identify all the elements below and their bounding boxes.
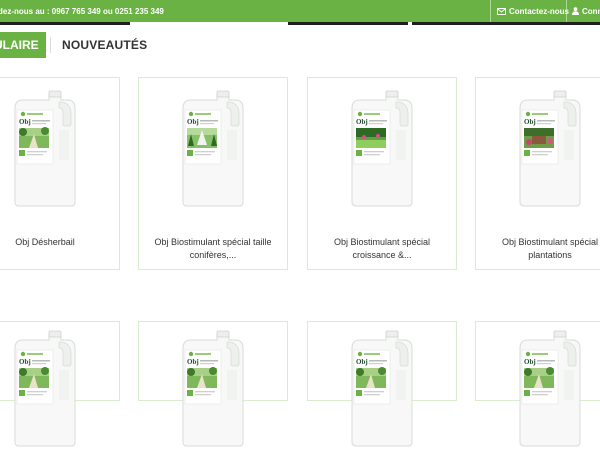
product-image[interactable]: Obj xyxy=(510,330,590,455)
product-card[interactable]: Obj Obj Biostimulant spécial croissance &… xyxy=(307,77,457,270)
phone-info: dez-nous au : 0967 765 349 ou 0251 235 3… xyxy=(0,7,164,16)
contact-label: Contactez-nous xyxy=(509,6,569,16)
top-bar: dez-nous au : 0967 765 349 ou 0251 235 3… xyxy=(0,0,600,22)
product-name[interactable]: Obj Biostimulant spécial croissance &... xyxy=(312,236,452,262)
menu-strip xyxy=(412,22,600,25)
account-label: Conn xyxy=(582,6,600,16)
user-icon xyxy=(572,7,579,15)
tab-popular[interactable]: ULAIRE xyxy=(0,32,46,58)
product-image[interactable]: Obj xyxy=(5,90,85,215)
menu-strip xyxy=(288,22,408,25)
product-card[interactable]: Obj xyxy=(307,321,457,447)
svg-text:Obj: Obj xyxy=(524,358,536,366)
product-name[interactable]: Obj Biostimulant spécial taille conifère… xyxy=(143,236,283,262)
contact-link[interactable]: Contactez-nous xyxy=(490,0,569,22)
product-card[interactable]: Obj xyxy=(0,321,120,447)
envelope-icon xyxy=(497,7,506,15)
product-card[interactable]: Obj Obj Désherbail xyxy=(0,77,120,270)
product-image[interactable]: Obj xyxy=(342,90,422,215)
account-link[interactable]: Conn xyxy=(566,0,600,22)
product-name[interactable]: Obj Désherbail xyxy=(0,236,115,249)
product-image[interactable]: Obj xyxy=(342,330,422,455)
product-card[interactable]: Obj Obj Biostimulant spécial plantations xyxy=(475,77,600,270)
menu-strip xyxy=(0,22,130,25)
product-image[interactable]: Obj xyxy=(173,330,253,455)
product-card[interactable]: Obj Obj Biostimulant spécial taille conif… xyxy=(138,77,288,270)
svg-text:Obj: Obj xyxy=(356,118,368,126)
tab-new-arrivals[interactable]: NOUVEAUTÉS xyxy=(62,38,147,52)
svg-text:Obj: Obj xyxy=(19,358,31,366)
product-image[interactable]: Obj xyxy=(173,90,253,215)
svg-text:Obj: Obj xyxy=(356,358,368,366)
tab-popular-label: ULAIRE xyxy=(0,38,39,52)
product-card[interactable]: Obj xyxy=(475,321,600,447)
product-image[interactable]: Obj xyxy=(5,330,85,455)
tab-divider xyxy=(50,37,51,53)
svg-text:Obj: Obj xyxy=(187,118,199,126)
product-card[interactable]: Obj xyxy=(138,321,288,447)
svg-text:Obj: Obj xyxy=(524,118,536,126)
product-name[interactable]: Obj Biostimulant spécial plantations xyxy=(480,236,600,262)
svg-text:Obj: Obj xyxy=(187,358,199,366)
product-image[interactable]: Obj xyxy=(510,90,590,215)
svg-text:Obj: Obj xyxy=(19,118,31,126)
